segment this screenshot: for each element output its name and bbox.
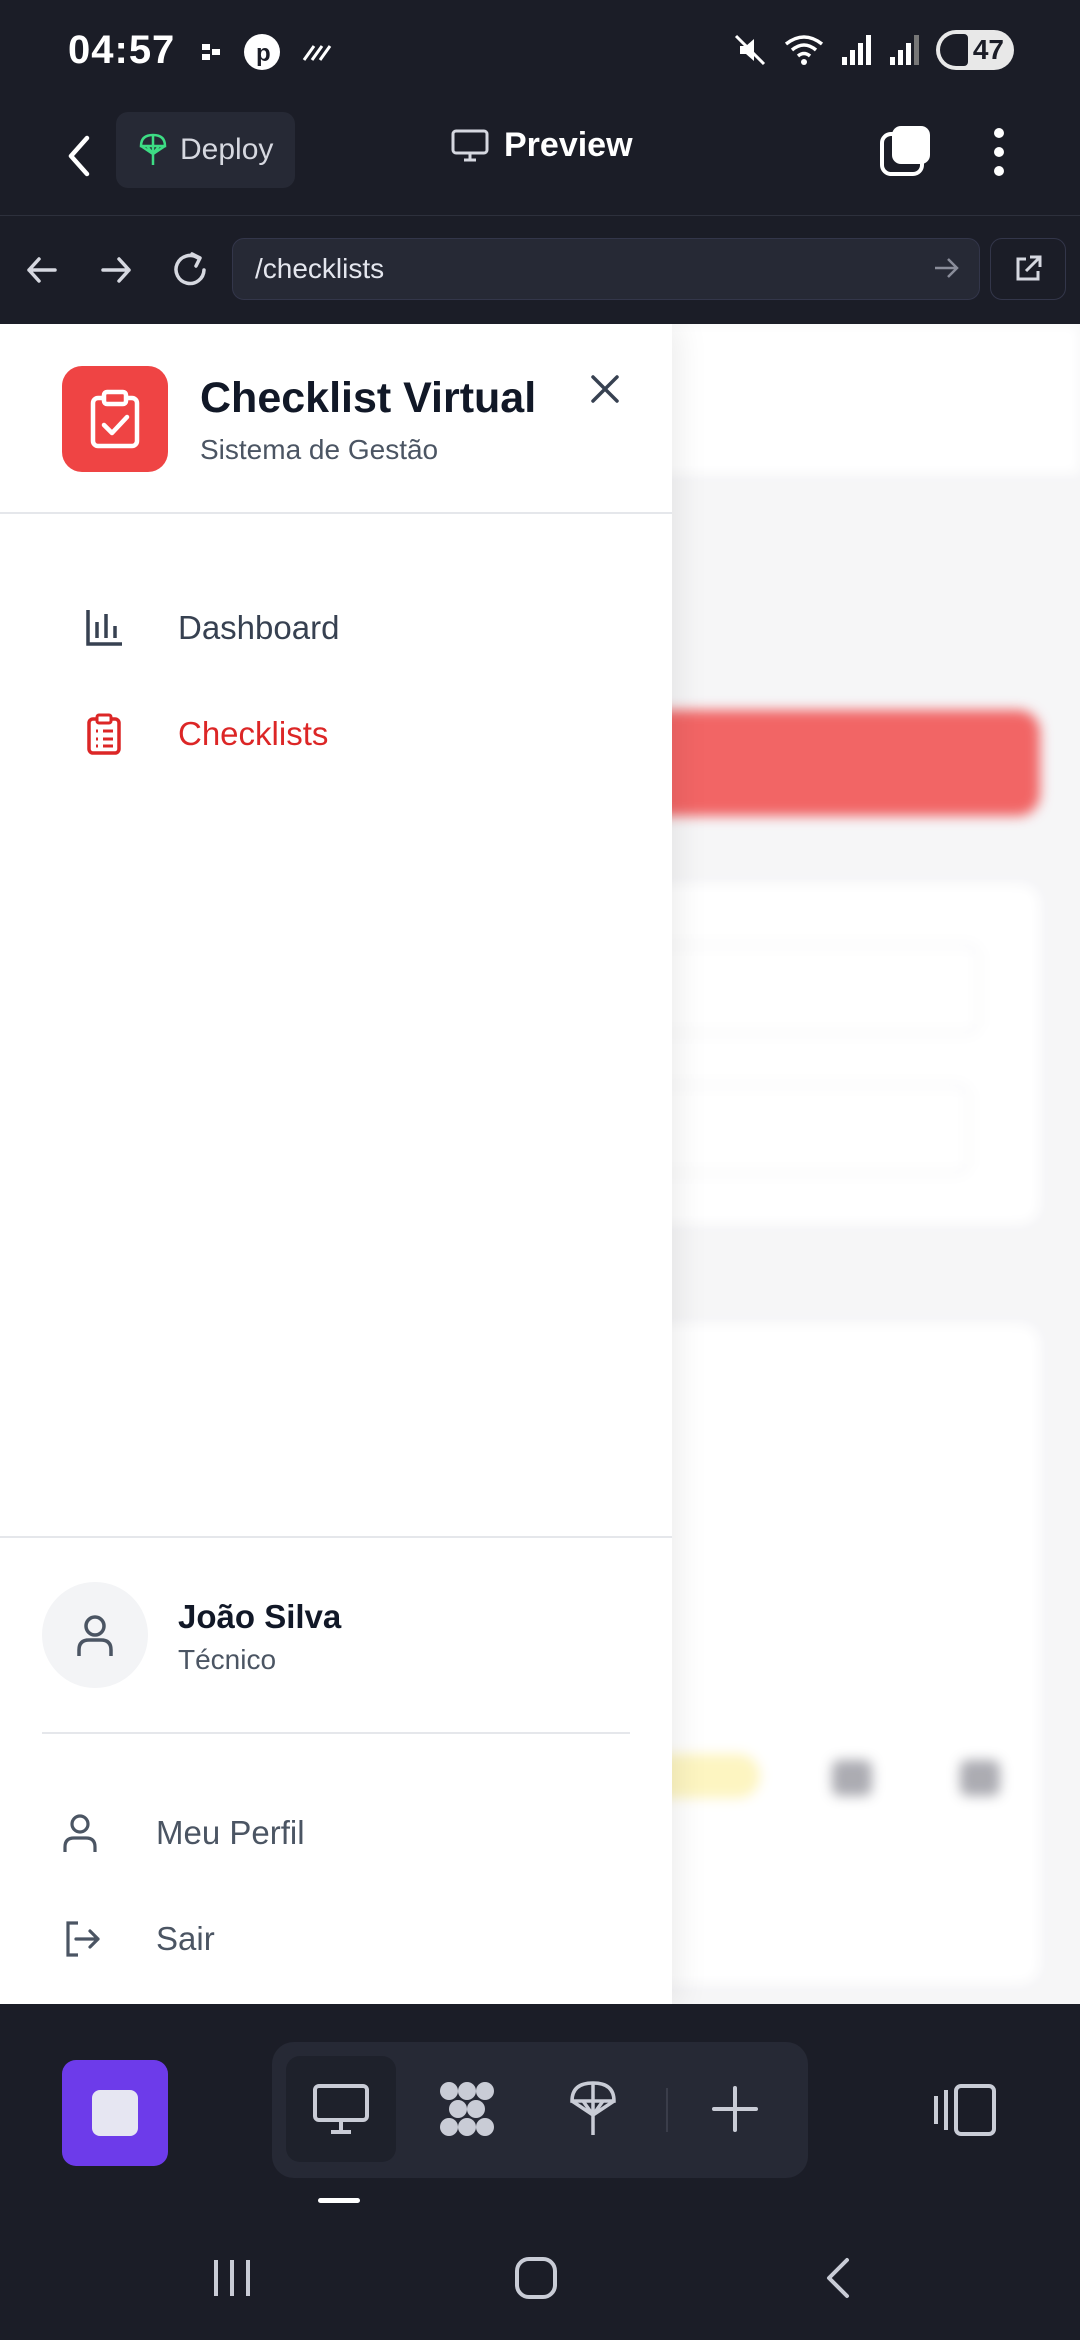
more-dot-icon (994, 147, 1004, 157)
deploy-icon (139, 133, 167, 165)
bottom-toolbar (0, 2004, 1080, 2214)
app-header: Deploy Preview (0, 108, 1080, 216)
battery-level: 47 (972, 34, 1004, 65)
app-title: Checklist Virtual (200, 374, 537, 422)
add-tool-button[interactable] (680, 2056, 790, 2162)
active-tool-indicator (318, 2198, 360, 2203)
nav-item-label: Checklists (178, 715, 329, 752)
url-bar: /checklists (0, 216, 1080, 324)
system-back-button[interactable] (808, 2248, 868, 2308)
logout-label: Sair (156, 1920, 215, 1957)
divider (42, 1732, 630, 1734)
home-button[interactable] (506, 2248, 566, 2308)
user-name: João Silva (178, 1598, 342, 1635)
browser-forward-button[interactable] (90, 244, 142, 296)
more-dot-icon (994, 128, 1004, 138)
reload-icon (174, 252, 206, 286)
panel-icon (934, 2084, 996, 2136)
integrations-tool-button[interactable] (412, 2056, 522, 2162)
chevron-left-icon (827, 2258, 849, 2298)
deploy-icon (570, 2081, 616, 2135)
open-external-button[interactable] (990, 238, 1066, 300)
battery-level-fill (940, 34, 968, 66)
logout-button[interactable]: Sair (62, 1904, 215, 1974)
preview-tool-button[interactable] (286, 2056, 396, 2162)
signal-icon (842, 35, 871, 65)
logout-icon (62, 1919, 128, 1959)
my-profile-link[interactable]: Meu Perfil (62, 1798, 305, 1868)
side-panel-button[interactable] (930, 2080, 1000, 2140)
recent-apps-button[interactable] (202, 2248, 262, 2308)
back-button[interactable] (52, 128, 108, 184)
clipboard-check-icon (90, 389, 140, 449)
reload-button[interactable] (164, 244, 216, 296)
user-icon (62, 1812, 128, 1854)
close-icon (591, 375, 619, 403)
tabs-button[interactable] (876, 122, 936, 182)
arrow-left-icon (27, 257, 57, 283)
web-content: Checklist Virtual Sistema de Gestão Dash… (0, 324, 1080, 2004)
system-navigation-bar (0, 2214, 1080, 2340)
nav-item-checklists[interactable]: Checklists (62, 694, 622, 774)
chevron-left-icon (68, 135, 90, 177)
tabs-icon (880, 126, 930, 176)
nav-item-dashboard[interactable]: Dashboard (62, 588, 622, 668)
deploy-tool-button[interactable] (538, 2056, 648, 2162)
status-time: 04:57 (68, 28, 176, 72)
network-icon (440, 2082, 494, 2136)
nav-item-label: Dashboard (178, 609, 340, 646)
my-profile-label: Meu Perfil (156, 1814, 305, 1851)
wifi-icon (784, 35, 824, 65)
notification-dots-icon (202, 44, 220, 60)
avatar (42, 1582, 148, 1688)
stripes-icon (302, 45, 332, 61)
app-logo (62, 366, 168, 472)
side-drawer: Checklist Virtual Sistema de Gestão Dash… (0, 324, 672, 2004)
user-role: Técnico (178, 1644, 277, 1675)
drawer-footer: João Silva Técnico Meu Perfil Sair (0, 1536, 672, 2004)
monitor-icon (313, 2084, 369, 2134)
p-badge-icon: p (244, 34, 280, 70)
url-input[interactable]: /checklists (232, 238, 980, 300)
user-icon (77, 1615, 113, 1656)
more-options-button[interactable] (984, 122, 1014, 182)
status-bar: 04:57 p 47 (0, 0, 1080, 108)
browser-back-button[interactable] (16, 244, 68, 296)
monitor-icon (451, 129, 489, 161)
stop-icon (92, 2090, 138, 2136)
clipboard-list-icon (62, 704, 146, 764)
signal-icon-2 (890, 35, 919, 65)
recent-apps-icon (214, 2260, 250, 2296)
deploy-button[interactable]: Deploy (116, 112, 296, 188)
deploy-label: Deploy (180, 133, 274, 166)
close-drawer-button[interactable] (582, 366, 628, 412)
app-subtitle: Sistema de Gestão (200, 434, 439, 465)
mute-icon (734, 34, 766, 66)
bar-chart-icon (62, 598, 146, 658)
svg-text:p: p (256, 40, 271, 67)
external-link-icon (1016, 255, 1042, 281)
go-arrow-icon[interactable] (931, 253, 961, 283)
divider (666, 2088, 668, 2132)
drawer-header: Checklist Virtual Sistema de Gestão (0, 324, 672, 514)
stop-button[interactable] (62, 2060, 168, 2166)
home-icon (515, 2257, 557, 2299)
arrow-right-icon (101, 257, 131, 283)
tool-group (272, 2042, 808, 2178)
preview-title: Preview (450, 126, 633, 165)
drawer-backdrop[interactable] (672, 324, 1080, 2004)
status-left-icons: p (200, 32, 334, 72)
plus-icon (712, 2086, 758, 2132)
status-right-icons: 47 (732, 30, 1014, 70)
more-dot-icon (994, 166, 1004, 176)
preview-label: Preview (504, 126, 633, 164)
battery-indicator: 47 (936, 30, 1014, 70)
url-text: /checklists (255, 253, 385, 284)
